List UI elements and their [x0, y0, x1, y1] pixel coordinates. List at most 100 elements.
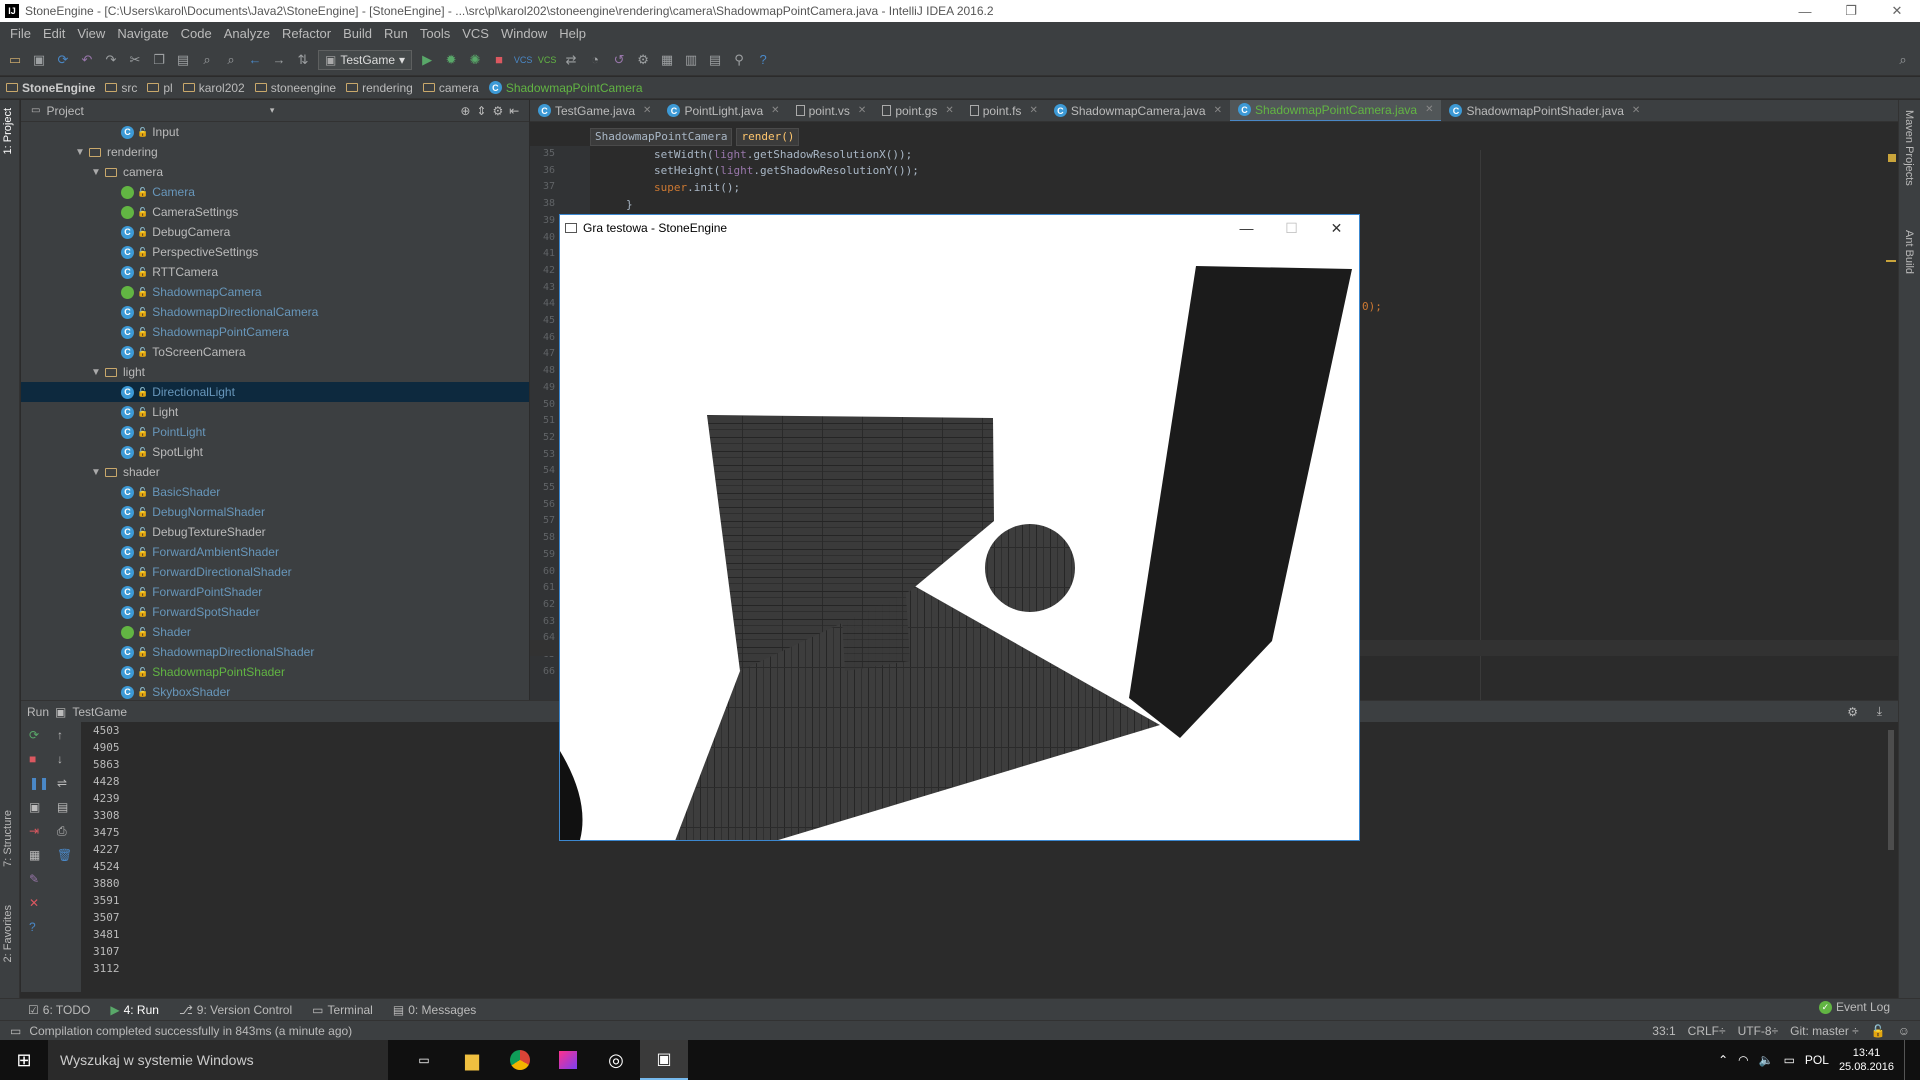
tree-item[interactable]: C 🔓 ToScreenCamera: [21, 342, 529, 362]
debug-icon[interactable]: ✹: [442, 51, 460, 69]
event-log-button[interactable]: ✓ Event Log: [1818, 1000, 1890, 1014]
editor-tab[interactable]: point.vs ✕: [788, 100, 875, 121]
game-minimize-button[interactable]: —: [1224, 215, 1269, 241]
tree-item[interactable]: C 🔓 DirectionalLight: [21, 382, 529, 402]
tree-item[interactable]: C 🔓 Camera: [21, 182, 529, 202]
game-taskbar-icon[interactable]: ▣: [640, 1040, 688, 1080]
help-icon[interactable]: ?: [29, 920, 36, 934]
bottom-tab[interactable]: ⎇ 9: Version Control: [179, 1003, 292, 1017]
tree-item[interactable]: C 🔓 ShadowmapDirectionalShader: [21, 642, 529, 662]
project-view-label[interactable]: Project: [46, 104, 83, 118]
project-structure-icon[interactable]: ▦: [658, 51, 676, 69]
ant-side-tab[interactable]: Ant Build: [1903, 230, 1915, 274]
tree-item[interactable]: C 🔓 ForwardAmbientShader: [21, 542, 529, 562]
menu-item-window[interactable]: Window: [495, 26, 553, 41]
find-icon[interactable]: ⌕: [198, 51, 216, 69]
breadcrumb-item[interactable]: pl: [147, 81, 173, 95]
close-tab-icon[interactable]: ✕: [643, 105, 651, 116]
gear-icon[interactable]: ⚙: [492, 104, 503, 118]
expand-arrow-icon[interactable]: ▼: [91, 167, 105, 178]
undo-icon[interactable]: ↶: [78, 51, 96, 69]
console-scrollbar[interactable]: [1888, 730, 1894, 850]
editor-tab[interactable]: point.gs ✕: [874, 100, 961, 121]
breadcrumb-item[interactable]: StoneEngine: [6, 81, 95, 95]
locate-icon[interactable]: ⊕: [460, 104, 470, 118]
tray-expand-icon[interactable]: ⌃: [1718, 1053, 1728, 1067]
editor-tab[interactable]: C ShadowmapCamera.java ✕: [1046, 100, 1230, 121]
menu-item-analyze[interactable]: Analyze: [218, 26, 276, 41]
tree-item[interactable]: C 🔓 SpotLight: [21, 442, 529, 462]
input-language[interactable]: POL: [1805, 1053, 1829, 1067]
notifications-icon[interactable]: ▭: [1784, 1053, 1795, 1067]
vcs-commit-icon[interactable]: VCS: [538, 51, 557, 69]
game-render-viewport[interactable]: [560, 241, 1359, 840]
expand-arrow-icon[interactable]: ▼: [91, 367, 105, 378]
favorites-side-tab[interactable]: 2: Favorites: [2, 905, 14, 962]
revert-icon[interactable]: ↺: [610, 51, 628, 69]
cut-icon[interactable]: ✂: [126, 51, 144, 69]
back-icon[interactable]: ←: [246, 51, 264, 69]
tree-item[interactable]: ▼ shader: [21, 462, 529, 482]
close-tab-icon[interactable]: ✕: [1029, 105, 1037, 116]
wifi-icon[interactable]: ◠: [1738, 1053, 1748, 1067]
lock-icon[interactable]: 🔓: [1871, 1024, 1886, 1038]
structure-side-tab[interactable]: 7: Structure: [2, 810, 14, 867]
dump-threads-icon[interactable]: ▣: [29, 800, 40, 814]
tree-item[interactable]: C 🔓 SkyboxShader: [21, 682, 529, 700]
copy-icon[interactable]: ❐: [150, 51, 168, 69]
close-tab-icon[interactable]: ✕: [1214, 105, 1222, 116]
game-maximize-button[interactable]: ☐: [1269, 215, 1314, 241]
breadcrumb-item[interactable]: stoneengine: [254, 81, 336, 95]
maven-side-tab[interactable]: Maven Projects: [1903, 110, 1915, 186]
menu-item-edit[interactable]: Edit: [37, 26, 71, 41]
tree-item[interactable]: C 🔓 DebugTextureShader: [21, 522, 529, 542]
breadcrumb-item[interactable]: rendering: [346, 81, 413, 95]
open-folder-icon[interactable]: ▭: [6, 51, 24, 69]
chrome-icon[interactable]: [496, 1040, 544, 1080]
breadcrumb-item[interactable]: src: [105, 81, 137, 95]
bottom-tab[interactable]: ☑ 6: TODO: [28, 1003, 90, 1017]
run-icon[interactable]: ▶: [418, 51, 436, 69]
run-config-select[interactable]: ▣ TestGame ▾: [318, 49, 413, 70]
menu-item-vcs[interactable]: VCS: [456, 26, 495, 41]
editor-tab[interactable]: C PointLight.java ✕: [659, 100, 787, 121]
file-explorer-icon[interactable]: ▆: [448, 1040, 496, 1080]
print-icon[interactable]: ⎙: [57, 824, 67, 839]
line-separator[interactable]: CRLF÷: [1688, 1024, 1726, 1038]
editor-crumb-class[interactable]: ShadowmapPointCamera: [590, 128, 733, 146]
menu-item-view[interactable]: View: [71, 26, 111, 41]
game-window[interactable]: Gra testowa - StoneEngine — ☐ ✕: [559, 214, 1360, 841]
redo-icon[interactable]: ↷: [102, 51, 120, 69]
git-branch[interactable]: Git: master ÷: [1790, 1024, 1859, 1038]
menu-item-refactor[interactable]: Refactor: [276, 26, 337, 41]
file-encoding[interactable]: UTF-8÷: [1738, 1024, 1779, 1038]
tree-item[interactable]: C 🔓 Shader: [21, 622, 529, 642]
help-icon[interactable]: ?: [754, 51, 772, 69]
soft-wrap-icon[interactable]: ⇌: [57, 776, 67, 790]
search-everywhere-icon[interactable]: ⌕: [1894, 51, 1912, 69]
stop-icon[interactable]: ■: [490, 51, 508, 69]
exit-icon[interactable]: ⇥: [29, 824, 39, 838]
minimize-button[interactable]: —: [1782, 0, 1828, 22]
tree-item[interactable]: ▼ camera: [21, 162, 529, 182]
save-icon[interactable]: ▣: [30, 51, 48, 69]
gear-icon[interactable]: ⚙: [1847, 705, 1858, 719]
replace-icon[interactable]: ⌕: [222, 51, 240, 69]
game-close-button[interactable]: ✕: [1314, 215, 1359, 241]
editor-tab[interactable]: point.fs ✕: [962, 100, 1046, 121]
editor-tab[interactable]: C TestGame.java ✕: [530, 100, 659, 121]
editor-tab[interactable]: C ShadowmapPointShader.java ✕: [1441, 100, 1648, 121]
menu-item-run[interactable]: Run: [378, 26, 414, 41]
close-button[interactable]: ✕: [1874, 0, 1920, 22]
coverage-icon[interactable]: ✺: [466, 51, 484, 69]
tree-item[interactable]: ▼ rendering: [21, 142, 529, 162]
breadcrumb-item[interactable]: camera: [422, 81, 479, 95]
tree-item[interactable]: ▼ light: [21, 362, 529, 382]
hide-panel-icon[interactable]: ⇤: [509, 104, 519, 118]
clear-icon[interactable]: 🗑: [57, 848, 72, 862]
project-side-tab[interactable]: 1: Project: [2, 108, 14, 154]
intellij-taskbar-icon[interactable]: [544, 1040, 592, 1080]
volume-icon[interactable]: 🔈: [1759, 1053, 1774, 1067]
vcs-update-icon[interactable]: VCS: [514, 51, 533, 69]
tree-item[interactable]: C 🔓 ShadowmapPointCamera: [21, 322, 529, 342]
